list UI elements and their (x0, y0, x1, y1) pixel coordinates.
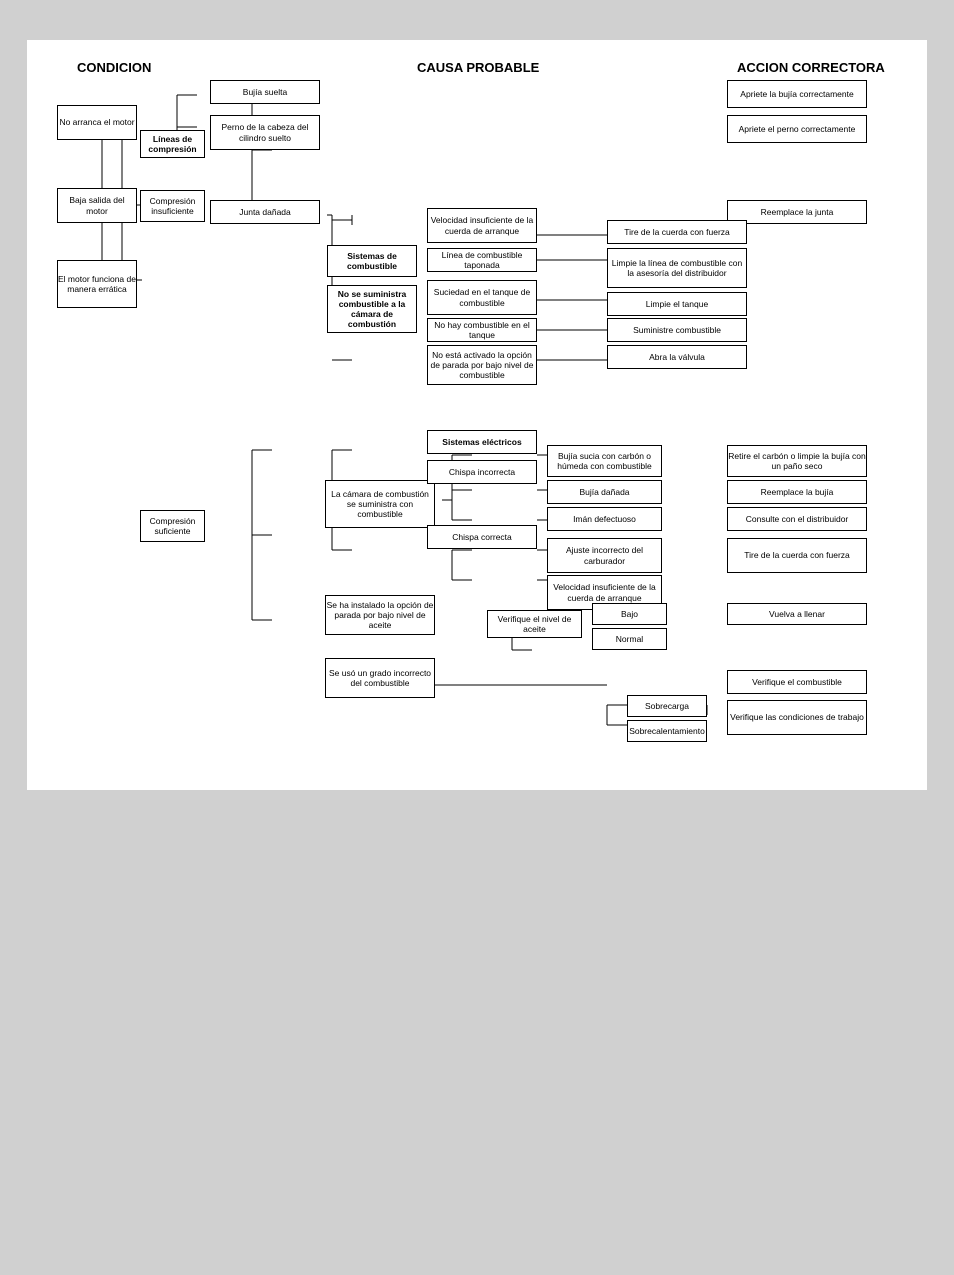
lineas-compresion: Líneas de compresión (140, 130, 205, 158)
camara-suministra: La cámara de combustión se suministra co… (325, 480, 435, 528)
cause-bujia-suelta: Bujía suelta (210, 80, 320, 104)
cause-ajuste-incorrecto: Ajuste incorrecto del carburador (547, 538, 662, 573)
chispa-incorrecta: Chispa incorrecta (427, 460, 537, 484)
compresion-suficiente: Compresión suficiente (140, 510, 205, 542)
header-accion: ACCION CORRECTORA (737, 60, 885, 75)
action-abra-valvula: Abra la válvula (607, 345, 747, 369)
action-vuelva-llenar: Vuelva a llenar (727, 603, 867, 625)
sobrecalentamiento: Sobrecalentamiento (627, 720, 707, 742)
action-verifique-combustible: Verifique el combustible (727, 670, 867, 694)
aceite-normal: Normal (592, 628, 667, 650)
cause-suciedad-tanque: Suciedad en el tanque de combustible (427, 280, 537, 315)
action-retire-carbon: Retire el carbón o limpie la bujía con u… (727, 445, 867, 477)
instalado-parada: Se ha instalado la opción de parada por … (325, 595, 435, 635)
action-tire-cuerda: Tire de la cuerda con fuerza (607, 220, 747, 244)
condition-no-arranca: No arranca el motor (57, 105, 137, 140)
action-apriete-bujia: Apriete la bujía correctamente (727, 80, 867, 108)
cause-junta-danada: Junta dañada (210, 200, 320, 224)
action-apriete-perno: Apriete el perno correctamente (727, 115, 867, 143)
action-reemplace-junta: Reemplace la junta (727, 200, 867, 224)
condition-funciona-erratica: El motor funciona de manera errática (57, 260, 137, 308)
cause-no-activado: No está activado la opción de parada por… (427, 345, 537, 385)
cause-perno-cabeza: Perno de la cabeza del cilindro suelto (210, 115, 320, 150)
condition-baja-salida: Baja salida del motor (57, 188, 137, 223)
action-suministre-combustible: Suministre combustible (607, 318, 747, 342)
sistemas-electricos: Sistemas eléctricos (427, 430, 537, 454)
header-condicion: CONDICION (77, 60, 151, 75)
action-limpie-linea: Limpie la línea de combustible con la as… (607, 248, 747, 288)
action-tire-cuerda2: Tire de la cuerda con fuerza (727, 538, 867, 573)
cause-no-hay-combustible: No hay combustible en el tanque (427, 318, 537, 342)
sobrecarga: Sobrecarga (627, 695, 707, 717)
grado-incorrecto: Se usó un grado incorrecto del combustib… (325, 658, 435, 698)
chispa-correcta: Chispa correcta (427, 525, 537, 549)
cause-bujia-sucia: Bujía sucia con carbón o húmeda con comb… (547, 445, 662, 477)
action-verifique-condiciones: Verifique las condiciones de trabajo (727, 700, 867, 735)
cause-velocidad-insuf: Velocidad insuficiente de la cuerda de a… (427, 208, 537, 243)
sistemas-combustible: Sistemas de combustible (327, 245, 417, 277)
cause-iman-defectuoso: Imán defectuoso (547, 507, 662, 531)
cause-linea-taponada: Línea de combustible taponada (427, 248, 537, 272)
action-reemplace-bujia: Reemplace la bujía (727, 480, 867, 504)
action-limpie-tanque: Limpie el tanque (607, 292, 747, 316)
action-consulte-distribuidor: Consulte con el distribuidor (727, 507, 867, 531)
header-causa: CAUSA PROBABLE (417, 60, 539, 75)
cause-bujia-danada: Bujía dañada (547, 480, 662, 504)
compresion-insuficiente: Compresión insuficiente (140, 190, 205, 222)
aceite-bajo: Bajo (592, 603, 667, 625)
verifique-aceite: Verifique el nivel de aceite (487, 610, 582, 638)
no-suministra-combustible: No se suministra combustible a la cámara… (327, 285, 417, 333)
